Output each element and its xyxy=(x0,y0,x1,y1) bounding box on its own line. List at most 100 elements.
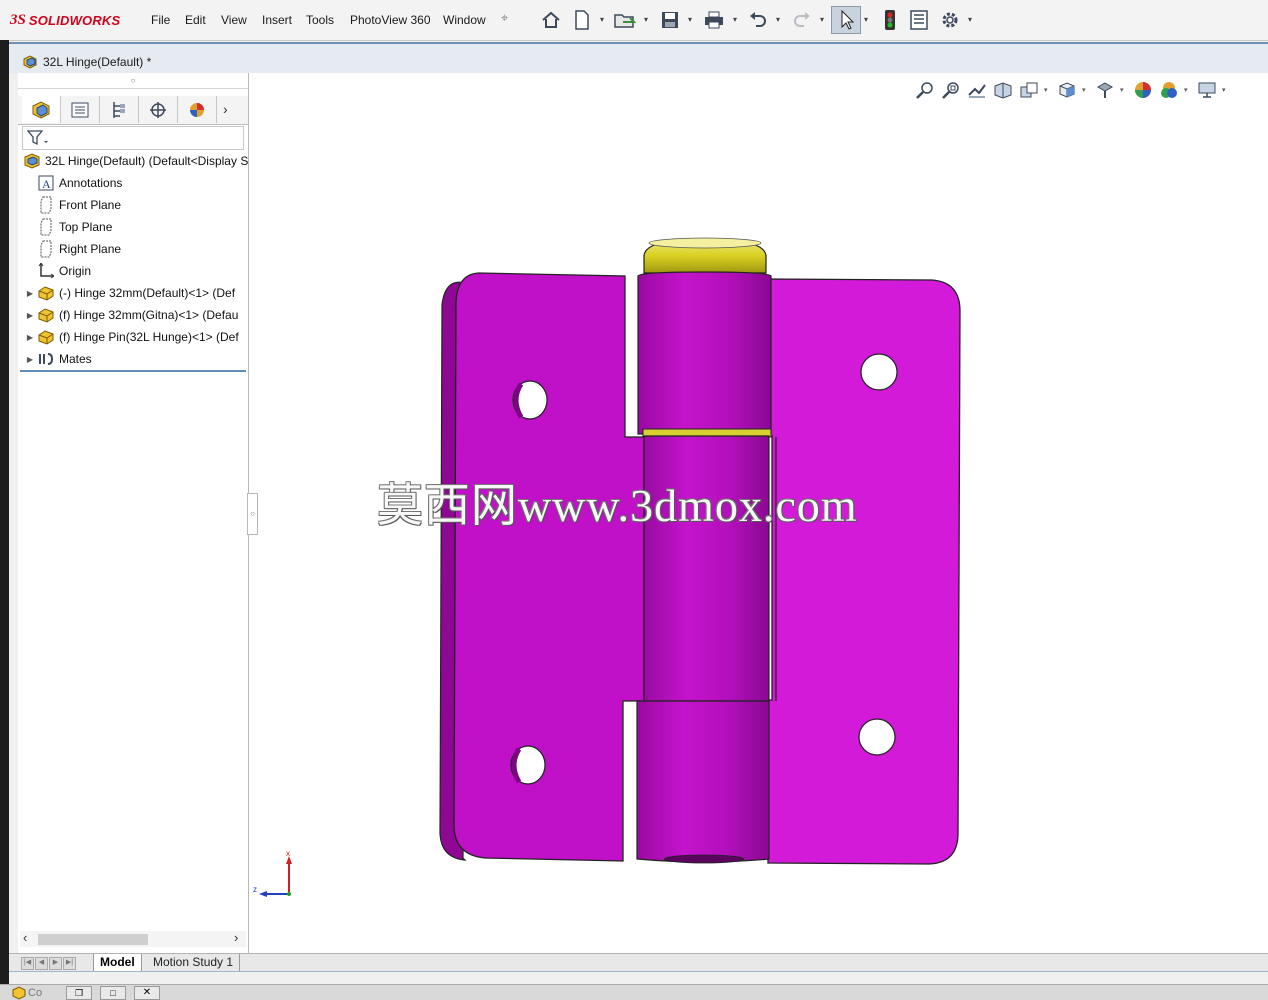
pane-collapse-handle[interactable]: ○ xyxy=(247,493,258,535)
tree-item-label: Origin xyxy=(59,264,92,278)
assembly-icon xyxy=(22,152,42,170)
traffic-light-icon[interactable] xyxy=(878,8,902,32)
restore-icon[interactable]: ❐ xyxy=(66,986,92,1000)
menu-view[interactable]: View xyxy=(221,13,247,27)
select-icon[interactable] xyxy=(831,6,861,34)
undo-dropdown-icon[interactable]: ▾ xyxy=(776,16,782,24)
document-title: 32L Hinge(Default) * xyxy=(23,55,151,69)
maximize-icon[interactable]: □ xyxy=(100,986,126,1000)
scroll-right-icon[interactable]: › xyxy=(234,930,238,945)
tree-root-label: 32L Hinge(Default) (Default<Display S xyxy=(45,154,249,168)
tree-rollback-bar[interactable] xyxy=(20,370,246,372)
expand-arrow-icon[interactable]: ▶ xyxy=(24,311,36,320)
annotations-icon: A xyxy=(36,174,56,192)
open-icon[interactable] xyxy=(613,8,637,32)
expand-arrow-icon[interactable]: ▶ xyxy=(24,355,36,364)
options-gear-icon[interactable] xyxy=(938,8,962,32)
nav-prev-icon[interactable]: ◀ xyxy=(35,957,48,970)
tree-item-hinge-pin[interactable]: ▶ (f) Hinge Pin(32L Hunge)<1> (Def xyxy=(24,326,254,348)
ds-logo-mark: 3S xyxy=(10,11,26,28)
scroll-left-icon[interactable]: ‹ xyxy=(23,930,27,945)
feature-manager-tab[interactable] xyxy=(22,96,61,123)
solidworks-logo[interactable]: 3S SOLIDWORKS xyxy=(10,9,120,31)
dimxpert-manager-tab[interactable] xyxy=(139,96,178,123)
graphics-area[interactable]: ▾ ▾ ▾ ▾ ▾ 莫西网www.3dmox.com x z xyxy=(249,73,1268,953)
tree-item-front-plane[interactable]: Front Plane xyxy=(24,194,254,216)
reference-triad: x z xyxy=(253,850,292,897)
minimized-document[interactable]: Co xyxy=(12,985,56,1000)
tabs-scroll-right-icon[interactable]: › xyxy=(223,101,228,117)
horizontal-scrollbar[interactable]: ‹ › xyxy=(20,930,246,947)
document-title-text: 32L Hinge(Default) * xyxy=(43,55,152,69)
plane-icon xyxy=(36,240,56,258)
save-icon[interactable] xyxy=(658,8,682,32)
redo-dropdown-icon[interactable]: ▾ xyxy=(820,16,826,24)
tree-item-label: Top Plane xyxy=(59,220,113,234)
select-dropdown-icon[interactable]: ▾ xyxy=(864,16,870,24)
menu-photoview[interactable]: PhotoView 360 xyxy=(350,13,431,27)
menu-file[interactable]: File xyxy=(151,13,170,27)
tree-item-label: Right Plane xyxy=(59,242,122,256)
right-upper-hole xyxy=(860,353,898,391)
home-icon[interactable] xyxy=(539,8,563,32)
display-manager-tab[interactable] xyxy=(178,96,217,123)
tab-motion-study[interactable]: Motion Study 1 xyxy=(147,954,241,971)
tree-item-origin[interactable]: Origin xyxy=(24,260,254,282)
menu-insert[interactable]: Insert xyxy=(262,13,292,27)
expand-arrow-icon[interactable]: ▶ xyxy=(24,289,36,298)
tree-root[interactable]: 32L Hinge(Default) (Default<Display S xyxy=(22,150,252,172)
tree-item-label: (f) Hinge 32mm(Gitna)<1> (Defau xyxy=(59,308,239,322)
new-dropdown-icon[interactable]: ▾ xyxy=(600,16,606,24)
undo-icon[interactable] xyxy=(746,8,770,32)
close-icon[interactable]: ✕ xyxy=(134,986,160,1000)
menu-window[interactable]: Window xyxy=(443,13,486,27)
origin-icon xyxy=(36,262,56,280)
print-icon[interactable] xyxy=(702,8,726,32)
filter-icon[interactable] xyxy=(27,130,49,146)
mates-icon xyxy=(36,350,56,368)
tree-filter-box[interactable] xyxy=(22,126,244,150)
plane-icon xyxy=(36,196,56,214)
nav-first-icon[interactable]: |◀ xyxy=(21,957,34,970)
tree-item-top-plane[interactable]: Top Plane xyxy=(24,216,254,238)
part-icon xyxy=(36,306,56,324)
minimized-window-bar: Co ❐ □ ✕ xyxy=(0,984,1268,1000)
tree-item-label: Annotations xyxy=(59,176,123,190)
bottom-tabs-bar: |◀ ◀ ▶ ▶| Model Motion Study 1 xyxy=(9,953,1268,972)
plane-icon xyxy=(36,218,56,236)
new-document-icon[interactable] xyxy=(570,8,594,32)
nav-last-icon[interactable]: ▶| xyxy=(63,957,76,970)
feature-manager-pane: ○ › 32L Hinge(Default) (Default<Display … xyxy=(18,73,249,953)
property-manager-tab[interactable] xyxy=(61,96,100,123)
window-frame-left xyxy=(0,40,9,984)
scroll-thumb[interactable] xyxy=(38,934,148,945)
menu-edit[interactable]: Edit xyxy=(185,13,206,27)
menu-tools[interactable]: Tools xyxy=(306,13,334,27)
tree-item-hinge-32mm-gitna[interactable]: ▶ (f) Hinge 32mm(Gitna)<1> (Defau xyxy=(24,304,254,326)
save-dropdown-icon[interactable]: ▾ xyxy=(688,16,694,24)
expand-arrow-icon[interactable]: ▶ xyxy=(24,333,36,342)
tree-item-annotations[interactable]: A Annotations xyxy=(24,172,254,194)
open-dropdown-icon[interactable]: ▾ xyxy=(644,16,650,24)
right-lower-hole xyxy=(858,718,896,756)
triad-z-label: z xyxy=(253,885,257,894)
svg-text:A: A xyxy=(42,177,51,191)
hinge-pin-cap-top xyxy=(648,237,762,249)
tree-item-right-plane[interactable]: Right Plane xyxy=(24,238,254,260)
pane-splitter-grip[interactable]: ○ xyxy=(18,76,248,89)
configuration-manager-tab[interactable] xyxy=(100,96,139,123)
assembly-icon xyxy=(23,55,37,69)
tree-item-hinge-32mm-default[interactable]: ▶ (-) Hinge 32mm(Default)<1> (Def xyxy=(24,282,254,304)
file-properties-icon[interactable] xyxy=(907,8,931,32)
redo-icon[interactable] xyxy=(790,8,814,32)
watermark-text: 莫西网www.3dmox.com xyxy=(377,480,858,531)
brand-name: SOLIDWORKS xyxy=(28,12,121,28)
nav-next-icon[interactable]: ▶ xyxy=(49,957,62,970)
tree-item-mates[interactable]: ▶ Mates xyxy=(24,348,254,370)
tab-model[interactable]: Model xyxy=(93,954,142,971)
print-dropdown-icon[interactable]: ▾ xyxy=(733,16,739,24)
document-title-bar: 32L Hinge(Default) * xyxy=(9,42,1268,74)
options-dropdown-icon[interactable]: ▾ xyxy=(968,16,974,24)
pin-icon[interactable]: ⌖ xyxy=(501,10,508,26)
assembly-icon xyxy=(12,985,26,1000)
